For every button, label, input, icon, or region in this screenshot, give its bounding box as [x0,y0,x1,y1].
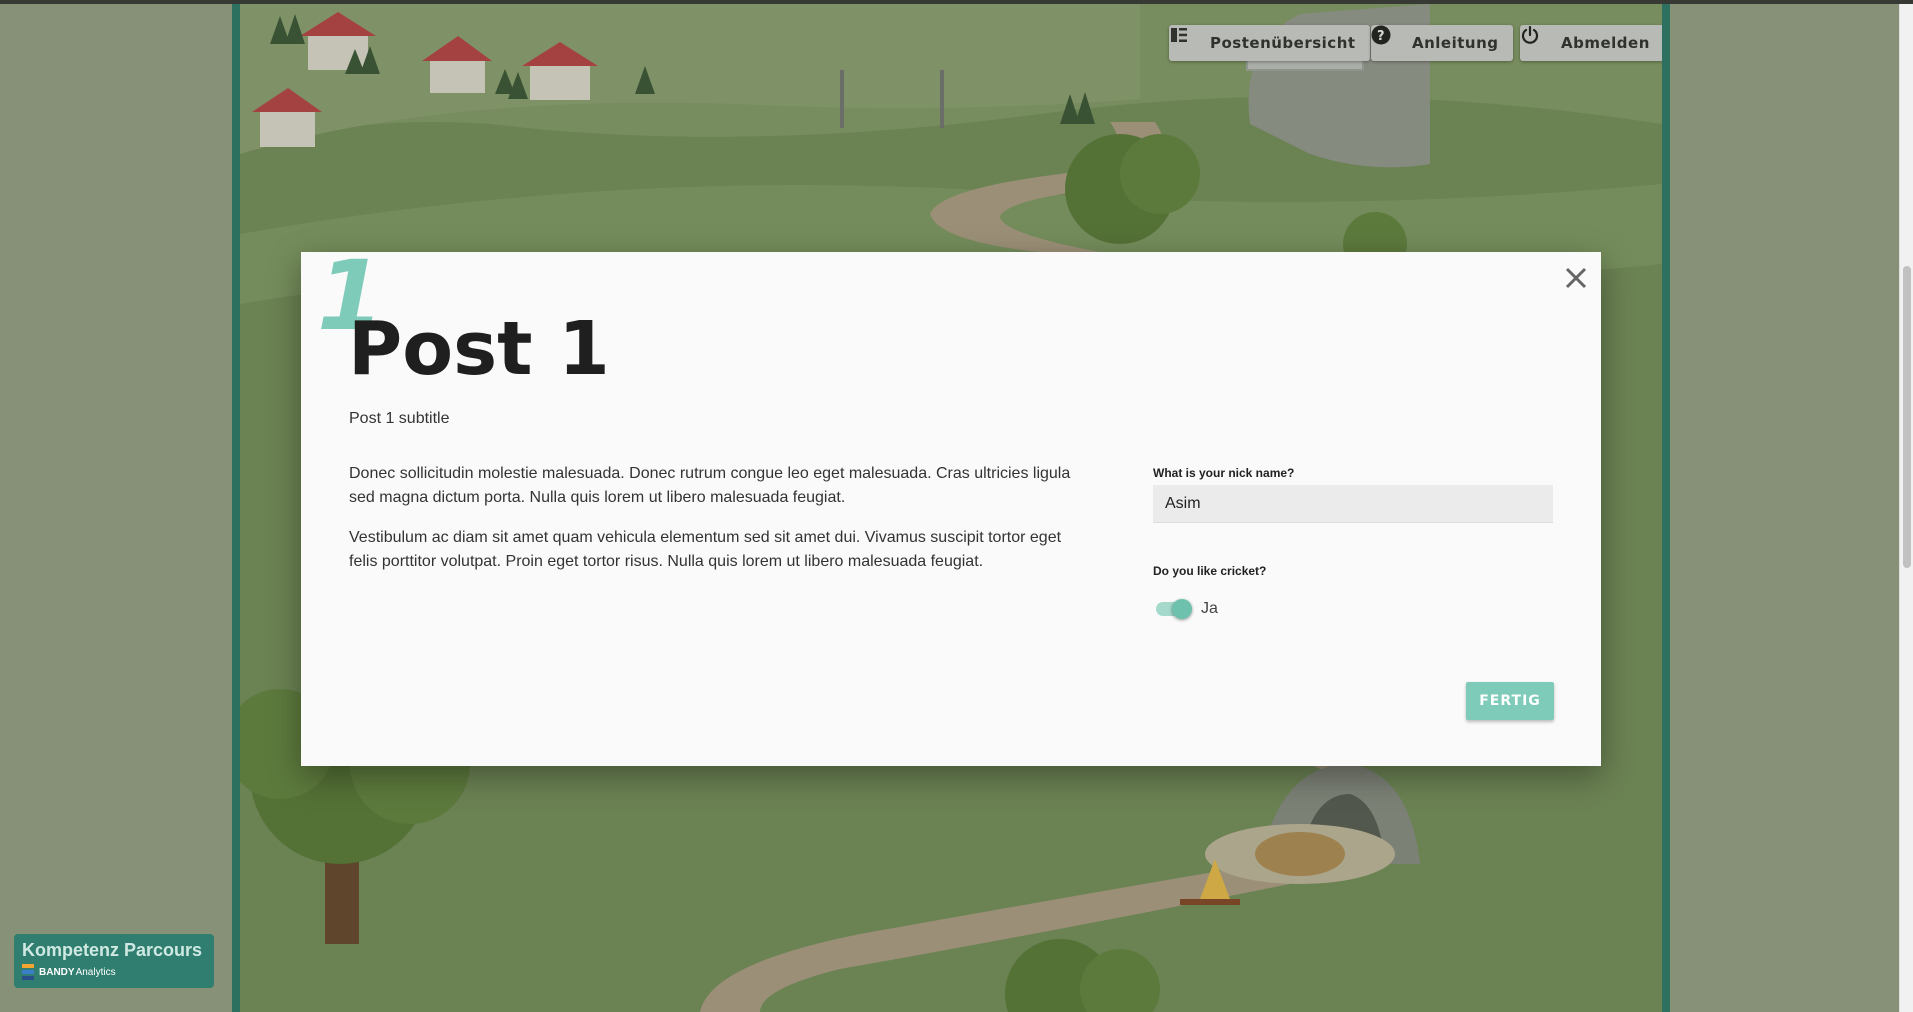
brand-title: Kompetenz Parcours [22,940,203,960]
done-button[interactable]: FERTIG [1466,682,1554,720]
cricket-label: Do you like cricket? [1153,564,1267,578]
page-scrollbar[interactable] [1899,4,1913,1012]
cricket-toggle[interactable]: Ja [1153,599,1553,619]
close-button[interactable] [1556,258,1596,298]
cricket-toggle-label: Ja [1201,600,1218,617]
toggle-track[interactable] [1156,599,1192,619]
toggle-knob[interactable] [1172,599,1192,619]
post-title: Post 1 [348,306,610,392]
brand-company: BANDY Analytics [22,964,206,980]
close-icon [1565,267,1587,289]
post-subtitle: Post 1 subtitle [349,410,450,427]
brand-company-bold: BANDY [39,966,75,978]
brand-badge: Kompetenz Parcours BANDY Analytics [14,934,214,988]
post-paragraph: Donec sollicitudin molestie malesuada. D… [349,465,1071,506]
post-paragraph: Vestibulum ac diam sit amet quam vehicul… [349,529,1062,570]
brand-company-rest: Analytics [75,966,116,978]
post-form: What is your nick name? Asim Do you like… [1153,466,1553,619]
nickname-label: What is your nick name? [1153,466,1295,480]
bandy-logo-icon [22,964,34,980]
scrollbar-thumb[interactable] [1903,266,1911,568]
nickname-input[interactable]: Asim [1153,485,1553,523]
post-dialog: 1 Post 1 Post 1 subtitle Donec sollicitu… [301,248,1601,766]
post-body: Donec sollicitudin molestie malesuada. D… [349,462,1079,590]
